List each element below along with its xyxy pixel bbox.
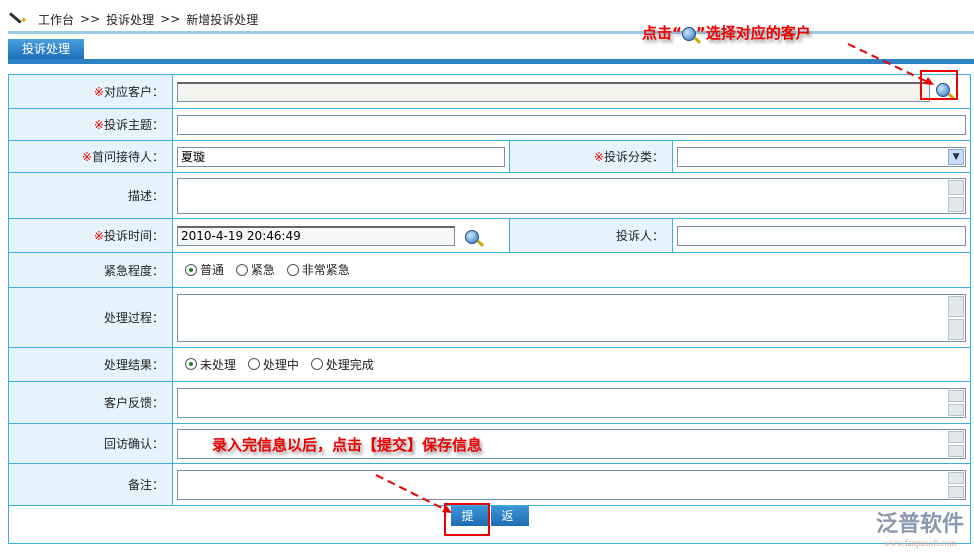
logo: 泛普软件 www.fanpusoft.com <box>875 512 964 548</box>
annotation-arrows <box>375 43 934 513</box>
